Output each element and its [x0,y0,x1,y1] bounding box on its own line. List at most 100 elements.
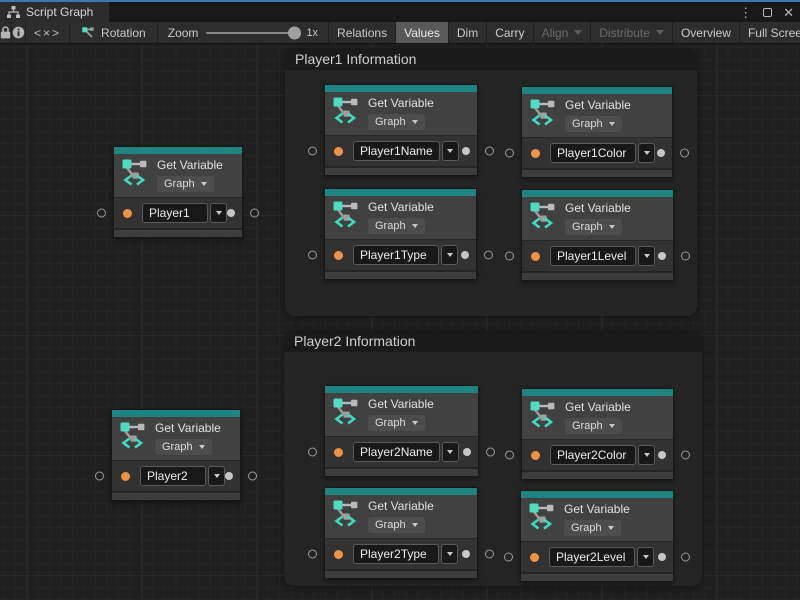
output-socket[interactable] [250,209,259,218]
node-header[interactable]: Get Variable Graph [522,197,673,240]
node-get-variable-player2color[interactable]: Get Variable Graph Player2Color [521,388,674,480]
node-get-variable-player1color[interactable]: Get Variable Graph Player1Color [521,86,673,178]
window-menu-icon[interactable]: ⋮ [739,6,752,19]
variable-name-field[interactable]: Player1Level [550,246,636,266]
output-port-icon[interactable] [225,472,233,480]
variable-port-icon[interactable] [334,550,343,559]
variable-port-icon[interactable] [123,209,132,218]
variable-name-field[interactable]: Player1Name [353,141,440,161]
input-socket[interactable] [308,251,317,260]
output-socket[interactable] [485,147,494,156]
tab-script-graph[interactable]: Script Graph [0,2,109,22]
node-get-variable-player1[interactable]: Get Variable Graph Player1 [113,146,243,238]
output-port-icon[interactable] [657,149,665,157]
embed-code-button[interactable]: <×> [26,22,70,43]
input-socket[interactable] [504,553,513,562]
variable-name-field[interactable]: Player1Type [353,245,439,265]
output-port-icon[interactable] [462,147,470,155]
variable-dropdown-button[interactable] [638,246,655,266]
variable-port-icon[interactable] [334,147,343,156]
overview-button[interactable]: Overview [673,22,740,43]
output-port-icon[interactable] [227,209,235,217]
output-socket[interactable] [484,251,493,260]
scope-dropdown[interactable]: Graph [155,439,212,455]
input-socket[interactable] [95,472,104,481]
variable-dropdown-button[interactable] [442,141,459,161]
info-button[interactable] [12,22,26,43]
variable-name-field[interactable]: Player2Color [550,445,636,465]
variable-port-icon[interactable] [334,448,343,457]
variable-dropdown-button[interactable] [208,466,225,486]
variable-name-field[interactable]: Player2Level [549,547,635,567]
group-header[interactable]: Player2 Information [284,330,702,352]
node-get-variable-player2type[interactable]: Get Variable Graph Player2Type [324,487,478,579]
group-header[interactable]: Player1 Information [285,48,697,70]
output-port-icon[interactable] [461,251,469,259]
variable-name-field[interactable]: Player1 [142,203,208,223]
variable-name-field[interactable]: Player2 [140,466,206,486]
output-socket[interactable] [486,448,495,457]
node-get-variable-player2name[interactable]: Get Variable Graph Player2Name [324,385,479,477]
scope-dropdown[interactable]: Graph [565,418,622,434]
input-socket[interactable] [505,252,514,261]
variable-dropdown-button[interactable] [637,547,654,567]
variable-port-icon[interactable] [121,472,130,481]
variable-dropdown-button[interactable] [638,143,655,163]
variable-dropdown-button[interactable] [210,203,227,223]
graph-canvas[interactable]: Player1 Information Player2 Information … [0,44,800,600]
scope-dropdown[interactable]: Graph [565,219,622,235]
variable-dropdown-button[interactable] [441,544,458,564]
node-header[interactable]: Get Variable Graph [114,154,242,197]
scope-dropdown[interactable]: Graph [368,218,425,234]
input-socket[interactable] [308,147,317,156]
variable-name-field[interactable]: Player2Type [353,544,439,564]
rotation-button[interactable]: Rotation [70,22,158,43]
input-socket[interactable] [308,448,317,457]
relations-button[interactable]: Relations [329,22,396,43]
input-socket[interactable] [505,149,514,158]
output-port-icon[interactable] [658,451,666,459]
variable-dropdown-button[interactable] [638,445,655,465]
close-icon[interactable]: ✕ [783,6,794,19]
maximize-icon[interactable] [763,8,772,17]
node-header[interactable]: Get Variable Graph [522,94,672,137]
output-socket[interactable] [485,550,494,559]
scope-dropdown[interactable]: Graph [565,116,622,132]
scope-dropdown[interactable]: Graph [368,517,425,533]
node-header[interactable]: Get Variable Graph [325,393,478,436]
fullscreen-button[interactable]: Full Screen [740,22,800,43]
output-socket[interactable] [681,553,690,562]
output-socket[interactable] [681,451,690,460]
variable-port-icon[interactable] [531,149,540,158]
node-header[interactable]: Get Variable Graph [112,417,240,460]
node-header[interactable]: Get Variable Graph [521,498,673,541]
carry-button[interactable]: Carry [487,22,533,43]
variable-port-icon[interactable] [530,553,539,562]
output-socket[interactable] [681,252,690,261]
input-socket[interactable] [505,451,514,460]
scope-dropdown[interactable]: Graph [368,415,425,431]
values-button[interactable]: Values [396,22,449,43]
output-socket[interactable] [248,472,257,481]
output-port-icon[interactable] [658,252,666,260]
variable-name-field[interactable]: Player1Color [550,143,636,163]
variable-dropdown-button[interactable] [441,245,458,265]
dim-button[interactable]: Dim [449,22,487,43]
scope-dropdown[interactable]: Graph [564,520,621,536]
variable-dropdown-button[interactable] [442,442,459,462]
node-get-variable-player2[interactable]: Get Variable Graph Player2 [111,409,241,501]
node-header[interactable]: Get Variable Graph [325,92,477,135]
node-header[interactable]: Get Variable Graph [325,196,476,239]
node-get-variable-player1type[interactable]: Get Variable Graph Player1Type [324,188,477,280]
variable-name-field[interactable]: Player2Name [353,442,440,462]
node-header[interactable]: Get Variable Graph [522,396,673,439]
lock-button[interactable] [0,22,12,43]
output-port-icon[interactable] [658,553,666,561]
input-socket[interactable] [97,209,106,218]
variable-port-icon[interactable] [531,252,540,261]
zoom-slider[interactable] [206,32,298,34]
node-get-variable-player1level[interactable]: Get Variable Graph Player1Level [521,189,674,281]
node-header[interactable]: Get Variable Graph [325,495,477,538]
input-socket[interactable] [308,550,317,559]
node-get-variable-player2level[interactable]: Get Variable Graph Player2Level [520,490,674,582]
